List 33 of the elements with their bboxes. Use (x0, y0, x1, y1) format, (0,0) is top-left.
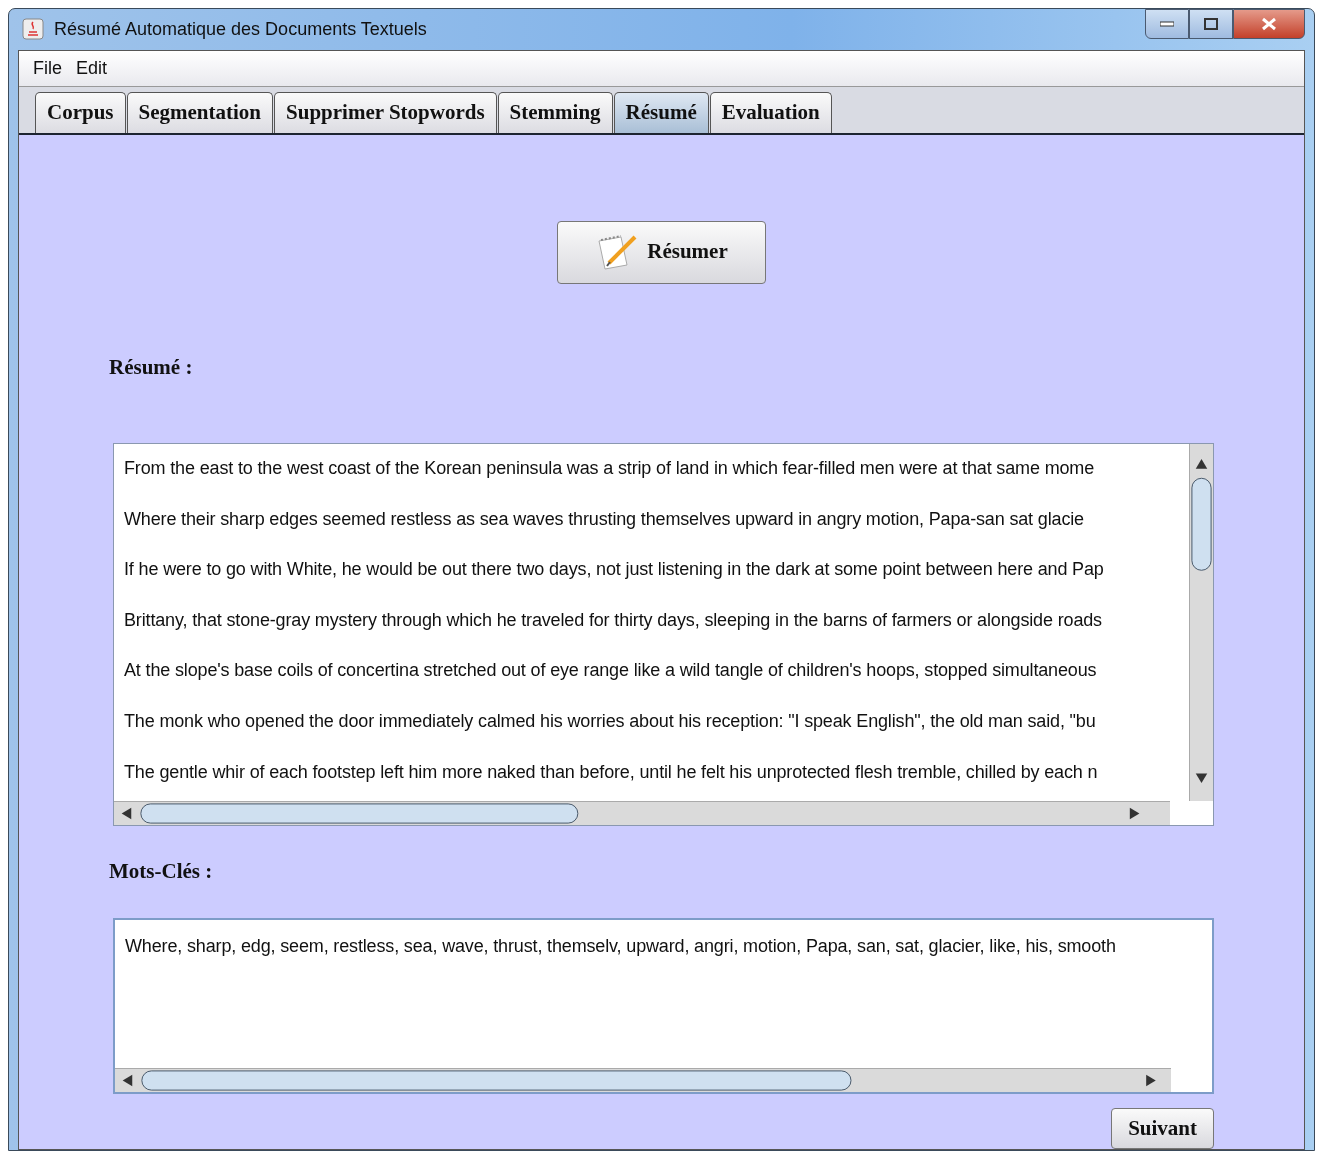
close-icon (1261, 17, 1277, 31)
summary-sentence: The monk who opened the door immediately calmed his worries about his reception: "I speak English", the old man said, "bu (124, 710, 1096, 731)
horizontal-scrollbar[interactable] (114, 801, 1171, 825)
summary-text-area[interactable] (113, 443, 1214, 826)
close-button[interactable] (1233, 9, 1305, 39)
menu-item[interactable]: Edit (76, 54, 108, 82)
next-button[interactable]: Suivant (1111, 1107, 1214, 1149)
summary-sentence: At the slope's base coils of concertina stretched out of eye range like a wild tangle of children's hoops, stopped simultaneous (124, 660, 1097, 681)
tab[interactable]: Résumé (613, 91, 709, 133)
tab[interactable]: Supprimer Stopwords (274, 91, 497, 133)
vertical-scrollbar[interactable] (1189, 444, 1213, 801)
window-title: Résumé Automatique des Documents Textuels (54, 17, 427, 41)
minimize-button[interactable] (1145, 9, 1189, 39)
summary-sentence: The gentle whir of each footstep left him more naked than before, until he felt his unprotected flesh tremble, chilled by each n (124, 761, 1098, 782)
menu-item[interactable]: File (33, 54, 62, 82)
tab[interactable]: Stemming (497, 91, 613, 133)
tab[interactable]: Segmentation (126, 91, 274, 133)
tab[interactable]: Corpus (35, 91, 126, 133)
maximize-button[interactable] (1189, 9, 1233, 39)
keywords-text: Where, sharp, edg, seem, restless, sea, wave, thrust, themselv, upward, angri, motion, Papa, san, sat, glacier, like, his, smooth (125, 934, 1117, 958)
summary-label: Résumé : (109, 353, 194, 381)
horizontal-scrollbar[interactable] (115, 1067, 1172, 1092)
minimize-icon (1160, 21, 1174, 27)
keywords-text-area[interactable]: Where, sharp, edg, seem, restless, sea, wave, thrust, themselv, upward, angri, motion, Papa, san, sat, glacier, like, his, smooth (113, 917, 1214, 1094)
maximize-icon (1204, 18, 1218, 30)
tab[interactable]: Evaluation (709, 91, 832, 133)
keywords-label: Mots-Clés : (109, 858, 214, 885)
summary-sentence: Brittany, that stone-gray mystery through which he traveled for thirty days, sleeping in the barns of farmers or alongside roads (124, 609, 1102, 630)
summary-sentence: From the east to the west coast of the Korean peninsula was a strip of land in which fear-filled men were at that same mome (124, 458, 1095, 478)
app-icon (22, 18, 44, 41)
summary-sentence: If he were to go with White, he would be out there two days, not just listening in the dark at some point between here and Pap (124, 559, 1104, 580)
summary-sentence: Where their sharp edges seemed restless as sea waves thrusting themselves upward in angry motion, Papa-san sat glacie (124, 508, 1084, 529)
summarize-button[interactable]: Résumer (557, 220, 766, 284)
